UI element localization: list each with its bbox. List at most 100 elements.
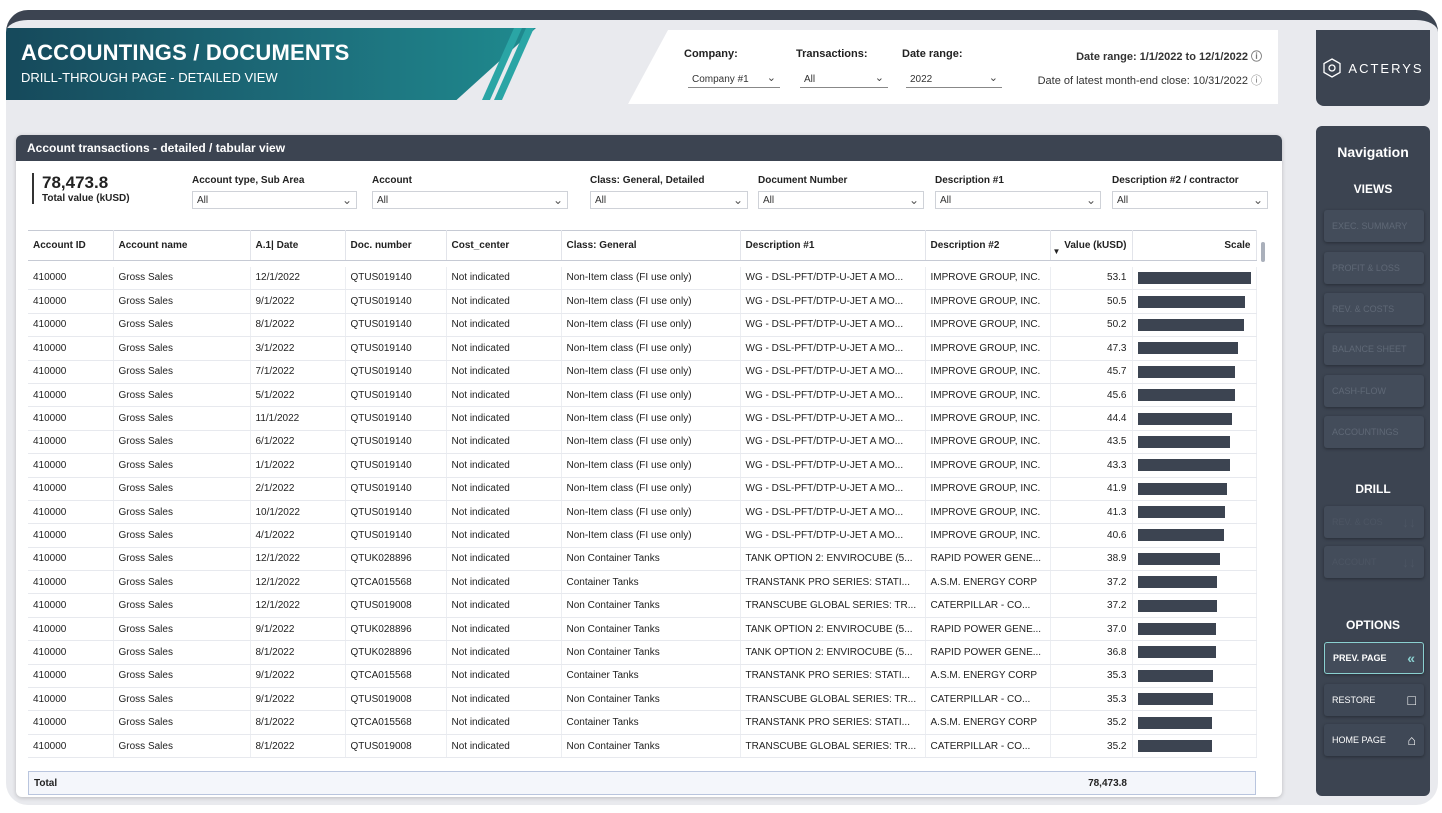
table-row[interactable]: 410000 Gross Sales 9/1/2022 QTUS019140 Not i… bbox=[28, 289, 1257, 314]
slicer-description-2[interactable]: All ⌄ bbox=[1112, 191, 1268, 209]
cell-date: 8/1/2022 bbox=[250, 640, 346, 665]
views-section-title: VIEWS bbox=[1353, 182, 1393, 196]
cell-account-id: 410000 bbox=[28, 593, 114, 618]
cell-value: 37.0 bbox=[1050, 617, 1133, 642]
table-row[interactable]: 410000 Gross Sales 12/1/2022 QTCA015568 Not … bbox=[28, 570, 1257, 595]
cell-value: 35.2 bbox=[1050, 734, 1133, 759]
cell-cost-center: Not indicated bbox=[446, 360, 562, 384]
cell-account-id: 410000 bbox=[28, 477, 114, 501]
cell-scale bbox=[1132, 593, 1257, 618]
cell-doc-number: QTUK028896 bbox=[345, 617, 447, 642]
table-row[interactable]: 410000 Gross Sales 11/1/2022 QTUS019140 Not … bbox=[28, 406, 1257, 431]
cell-cost-center: Not indicated bbox=[446, 266, 562, 291]
table-row[interactable]: 410000 Gross Sales 12/1/2022 QTUS019008 Not … bbox=[28, 593, 1257, 618]
slicer-account[interactable]: All ⌄ bbox=[372, 191, 568, 209]
table-row[interactable]: 410000 Gross Sales 8/1/2022 QTUS019140 Not i… bbox=[28, 313, 1257, 338]
column-header-account-id[interactable]: Account ID bbox=[28, 230, 114, 261]
column-header-class-general[interactable]: Class: General bbox=[561, 230, 741, 261]
cell-class-general: Non-Item class (FI use only) bbox=[561, 360, 741, 384]
table-row[interactable]: 410000 Gross Sales 8/1/2022 QTCA015568 Not i… bbox=[28, 710, 1257, 735]
value-scale-bar bbox=[1137, 482, 1227, 495]
table-row[interactable]: 410000 Gross Sales 3/1/2022 QTUS019140 Not i… bbox=[28, 336, 1257, 361]
company-dropdown[interactable]: Company #1 ⌄ bbox=[688, 70, 780, 88]
column-header-description-2[interactable]: Description #2 bbox=[925, 230, 1051, 261]
drill-account-button[interactable]: ACCOUNT ↓↓ bbox=[1324, 546, 1424, 578]
nav-balance-sheet-button[interactable]: BALANCE SHEET bbox=[1324, 333, 1424, 365]
cell-account-name: Gross Sales bbox=[113, 640, 251, 665]
cell-date: 9/1/2022 bbox=[250, 617, 346, 642]
cell-doc-number: QTUS019140 bbox=[345, 360, 447, 384]
table-row[interactable]: 410000 Gross Sales 8/1/2022 QTUK028896 Not i… bbox=[28, 640, 1257, 665]
nav-cash-flow-button[interactable]: CASH-FLOW bbox=[1324, 375, 1424, 407]
table-row[interactable]: 410000 Gross Sales 12/1/2022 QTUK028896 Not … bbox=[28, 547, 1257, 572]
table-row[interactable]: 410000 Gross Sales 4/1/2022 QTUS019140 Not i… bbox=[28, 523, 1257, 548]
cell-cost-center: Not indicated bbox=[446, 406, 562, 431]
nav-exec-summary-button[interactable]: EXEC. SUMMARY bbox=[1324, 210, 1424, 242]
table-row[interactable]: 410000 Gross Sales 9/1/2022 QTUS019008 Not i… bbox=[28, 687, 1257, 712]
table-row[interactable]: 410000 Gross Sales 9/1/2022 QTUK028896 Not i… bbox=[28, 617, 1257, 642]
cell-cost-center: Not indicated bbox=[446, 687, 562, 712]
value-scale-bar bbox=[1137, 365, 1235, 378]
table-row[interactable]: 410000 Gross Sales 5/1/2022 QTUS019140 Not i… bbox=[28, 383, 1257, 408]
date-range-dropdown-value: 2022 bbox=[910, 74, 933, 85]
table-row[interactable]: 410000 Gross Sales 7/1/2022 QTUS019140 Not i… bbox=[28, 360, 1257, 384]
cell-cost-center: Not indicated bbox=[446, 640, 562, 665]
cell-account-id: 410000 bbox=[28, 617, 114, 642]
cell-description-1: TANK OPTION 2: ENVIROCUBE (5... bbox=[740, 640, 926, 665]
column-header-date[interactable]: A.1| Date bbox=[250, 230, 346, 261]
cell-doc-number: QTUS019008 bbox=[345, 593, 447, 618]
value-scale-bar bbox=[1137, 412, 1232, 425]
column-header-value[interactable]: ▼ Value (kUSD) bbox=[1050, 230, 1133, 261]
cell-doc-number: QTUS019008 bbox=[345, 734, 447, 759]
slicer-document-number[interactable]: All ⌄ bbox=[758, 191, 924, 209]
home-page-button[interactable]: HOME PAGE ⌂ bbox=[1324, 724, 1424, 756]
cell-date: 9/1/2022 bbox=[250, 687, 346, 712]
table-row[interactable]: 410000 Gross Sales 2/1/2022 QTUS019140 Not i… bbox=[28, 477, 1257, 501]
slicer-class[interactable]: All ⌄ bbox=[590, 191, 748, 209]
info-icon[interactable]: ⓘ bbox=[1251, 51, 1262, 63]
kpi-label: Total value (kUSD) bbox=[42, 193, 130, 204]
column-header-doc-number[interactable]: Doc. number bbox=[345, 230, 447, 261]
table-scrollbar[interactable] bbox=[1261, 242, 1265, 262]
nav-accountings-button[interactable]: ACCOUNTINGS bbox=[1324, 416, 1424, 448]
transactions-filter-label: Transactions: bbox=[796, 48, 868, 60]
prev-page-button[interactable]: PREV. PAGE « bbox=[1324, 642, 1424, 674]
cell-scale bbox=[1132, 383, 1257, 408]
slicer-description-1[interactable]: All ⌄ bbox=[935, 191, 1101, 209]
cell-date: 8/1/2022 bbox=[250, 734, 346, 759]
cell-scale bbox=[1132, 687, 1257, 712]
cell-description-1: TRANSTANK PRO SERIES: STATI... bbox=[740, 570, 926, 595]
column-header-cost-center[interactable]: Cost_center bbox=[446, 230, 562, 261]
drill-rev-cos-button[interactable]: REV. & COS ↓↓ bbox=[1324, 506, 1424, 538]
transactions-dropdown[interactable]: All ⌄ bbox=[800, 70, 888, 88]
table-row[interactable]: 410000 Gross Sales 1/1/2022 QTUS019140 Not i… bbox=[28, 453, 1257, 478]
cell-class-general: Container Tanks bbox=[561, 710, 741, 735]
table-row[interactable]: 410000 Gross Sales 9/1/2022 QTCA015568 Not i… bbox=[28, 664, 1257, 689]
cell-date: 11/1/2022 bbox=[250, 406, 346, 431]
cell-description-2: CATERPILLAR - CO... bbox=[925, 593, 1051, 618]
cell-account-name: Gross Sales bbox=[113, 336, 251, 361]
column-header-account-name[interactable]: Account name bbox=[113, 230, 251, 261]
cell-class-general: Container Tanks bbox=[561, 570, 741, 595]
restore-button[interactable]: RESTORE □ bbox=[1324, 684, 1424, 716]
cell-account-id: 410000 bbox=[28, 453, 114, 478]
home-icon: ⌂ bbox=[1407, 732, 1416, 748]
table-row[interactable]: 410000 Gross Sales 10/1/2022 QTUS019140 Not … bbox=[28, 500, 1257, 525]
restore-icon: □ bbox=[1407, 692, 1416, 708]
column-header-description-1[interactable]: Description #1 bbox=[740, 230, 926, 261]
table-row[interactable]: 410000 Gross Sales 12/1/2022 QTUS019140 Not … bbox=[28, 266, 1257, 291]
cell-description-2: A.S.M. ENERGY CORP bbox=[925, 664, 1051, 689]
nav-profit-loss-button[interactable]: PROFIT & LOSS bbox=[1324, 252, 1424, 284]
table-row[interactable]: 410000 Gross Sales 6/1/2022 QTUS019140 Not i… bbox=[28, 430, 1257, 455]
value-scale-bar bbox=[1137, 271, 1251, 284]
date-range-dropdown[interactable]: 2022 ⌄ bbox=[906, 70, 1002, 88]
column-header-scale[interactable]: Scale bbox=[1132, 230, 1257, 261]
cell-description-1: WG - DSL-PFT/DTP-U-JET A MO... bbox=[740, 289, 926, 314]
cell-cost-center: Not indicated bbox=[446, 547, 562, 572]
slicer-account-type[interactable]: All ⌄ bbox=[192, 191, 357, 209]
info-icon[interactable]: ⓘ bbox=[1251, 75, 1262, 87]
table-row[interactable]: 410000 Gross Sales 8/1/2022 QTUS019008 Not i… bbox=[28, 734, 1257, 759]
cell-date: 8/1/2022 bbox=[250, 313, 346, 338]
nav-rev-costs-button[interactable]: REV. & COSTS bbox=[1324, 293, 1424, 325]
cell-account-name: Gross Sales bbox=[113, 430, 251, 455]
